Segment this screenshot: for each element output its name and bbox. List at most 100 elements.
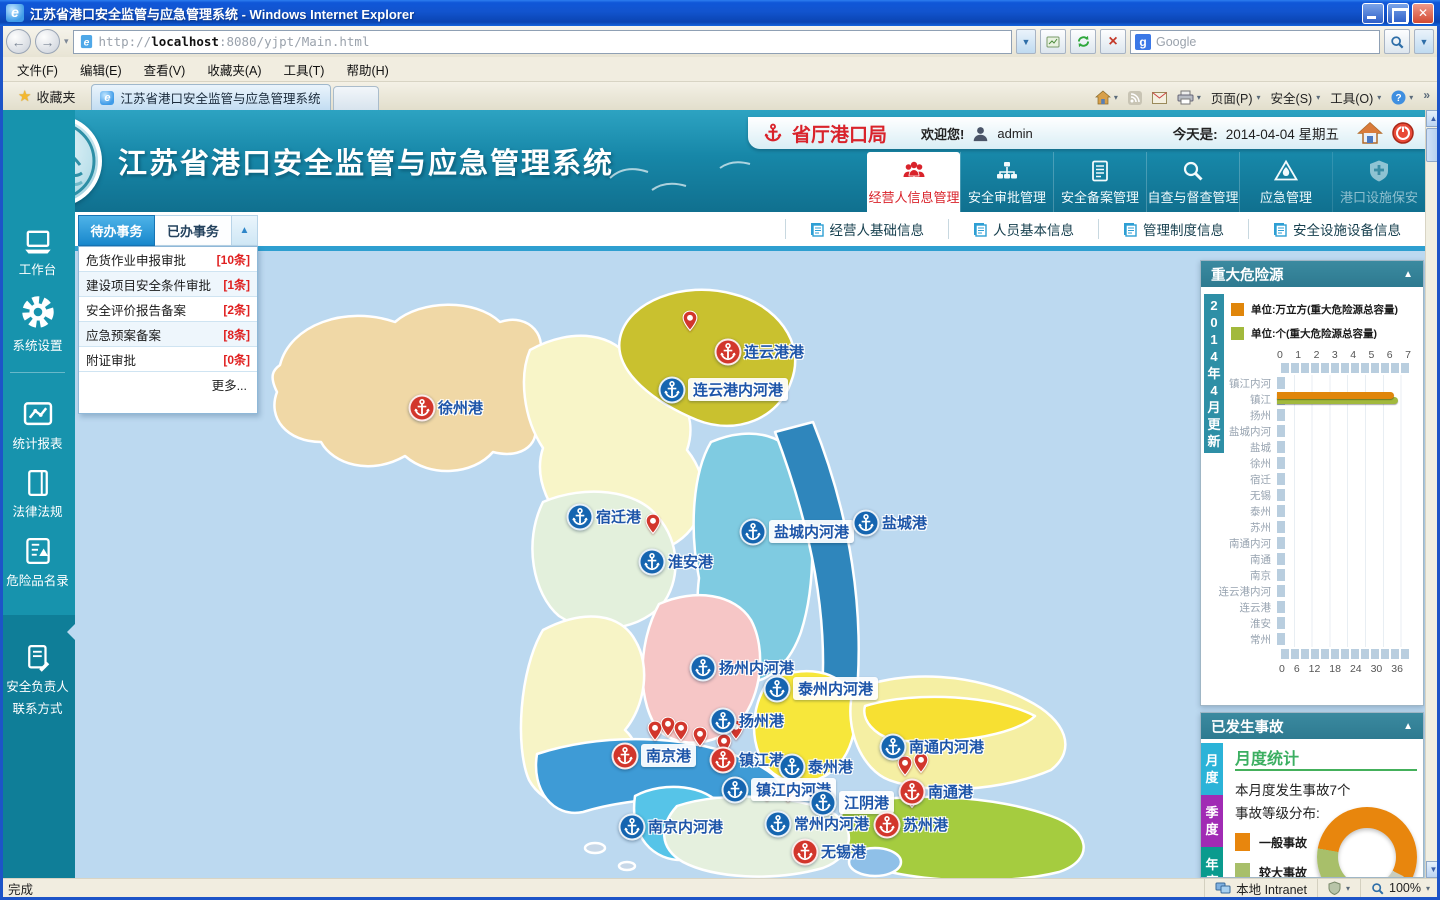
print-button[interactable]: ▾ (1177, 90, 1201, 105)
hazard-chart-row: 无锡 (1201, 487, 1419, 503)
collapse-arrow-icon[interactable] (67, 623, 76, 641)
nav-item-safety-approval[interactable]: 安全审批管理 (960, 152, 1053, 212)
browser-tab[interactable]: e 江苏省港口安全监管与应急管理系统 (91, 84, 331, 110)
subnav-item[interactable]: 安全设施设备信息 (1248, 219, 1425, 239)
nav-item-safety-record[interactable]: 安全备案管理 (1053, 152, 1146, 212)
laptop-icon (21, 228, 55, 256)
url-dropdown-button[interactable]: ▼ (1016, 29, 1036, 54)
accident-panel-header[interactable]: 已发生事故 ▲ (1201, 713, 1423, 739)
subnav-item[interactable]: 经营人基础信息 (785, 219, 949, 239)
nav-item-emergency[interactable]: 应急管理 (1239, 152, 1332, 212)
anchor-icon (619, 814, 646, 841)
zoom-control[interactable]: 100% ▾ (1360, 879, 1440, 897)
back-button[interactable]: ← (6, 29, 31, 54)
tab-pending-tasks[interactable]: 待办事务 (78, 215, 155, 246)
bureau-name[interactable]: 省厅港口局 (792, 120, 887, 147)
star-icon: ★ (18, 87, 31, 105)
menu-item[interactable]: 查看(V) (135, 57, 195, 82)
chevron-double-icon[interactable]: » (1423, 88, 1430, 102)
panel-collapse-icon[interactable]: ▲ (1403, 721, 1413, 732)
history-dropdown-icon[interactable]: ▾ (64, 36, 69, 47)
home-shortcut-icon[interactable] (1357, 121, 1383, 145)
new-tab-button[interactable] (333, 86, 379, 110)
menu-item[interactable]: 编辑(E) (71, 57, 131, 82)
hazard-panel-title: 重大危险源 (1211, 264, 1284, 285)
anchor-icon (710, 747, 737, 774)
task-list-item[interactable]: 建设项目安全条件审批 [1条] (79, 272, 257, 297)
panel-collapse-icon[interactable]: ▲ (1403, 269, 1413, 280)
period-tab[interactable]: 季 度 (1201, 795, 1223, 847)
forward-button[interactable]: → (35, 29, 60, 54)
axis-tick-label: 36 (1391, 663, 1403, 675)
subnav-item[interactable]: 管理制度信息 (1098, 219, 1248, 239)
sidebar-item-reports[interactable]: 统计报表 (0, 400, 75, 452)
tools-menu-button[interactable]: 工具(O)▾ (1330, 88, 1381, 107)
nav-item-port-security[interactable]: 港口设施保安 (1332, 152, 1425, 212)
search-go-button[interactable] (1384, 29, 1410, 54)
sidebar-item-dangerous-goods[interactable]: 危险品名录 (0, 535, 75, 589)
url-input[interactable]: e http://localhost:8080/yjpt/Main.html (73, 30, 1012, 54)
nav-item-operator-info[interactable]: 经营人信息管理 (867, 152, 960, 212)
search-input[interactable]: g Google (1130, 30, 1380, 54)
sidebar-item-workbench[interactable]: 工作台 (0, 228, 75, 278)
feeds-button[interactable] (1128, 91, 1142, 105)
more-link[interactable]: 更多... (79, 372, 257, 396)
sidebar-item-laws[interactable]: 法律法规 (0, 468, 75, 520)
minimize-button[interactable] (1362, 3, 1384, 24)
nav-item-inspection[interactable]: 自查与督查管理 (1146, 152, 1239, 212)
search-options-button[interactable]: ▼ (1414, 29, 1434, 54)
logout-power-icon[interactable] (1391, 121, 1415, 145)
accident-donut (1317, 807, 1417, 878)
hazard-plot-cell (1277, 423, 1407, 439)
app-header: 江苏省港口安全监管与应急管理系统 省厅港口局 欢迎您! admin 今天是: 2… (0, 110, 1425, 212)
protected-mode-button[interactable]: ▾ (1317, 879, 1360, 897)
legend-item: 一般事故 (1235, 827, 1307, 857)
task-list-item[interactable]: 附证审批 [0条] (79, 347, 257, 372)
window-titlebar[interactable]: e 江苏省港口安全监管与应急管理系统 - Windows Internet Ex… (0, 0, 1440, 26)
maximize-button[interactable] (1387, 3, 1409, 24)
help-button[interactable]: ? ▾ (1391, 90, 1413, 105)
task-collapse-button[interactable]: ▲ (232, 215, 258, 246)
task-list-item[interactable]: 安全评价报告备案 [2条] (79, 297, 257, 322)
axis-tick-label: 4 (1350, 349, 1356, 361)
favorites-button[interactable]: ★ 收藏夹 (6, 84, 87, 108)
safety-menu-button[interactable]: 安全(S)▾ (1271, 88, 1321, 107)
username[interactable]: admin (997, 126, 1032, 141)
menu-item[interactable]: 工具(T) (274, 57, 333, 82)
status-shield-icon (1328, 881, 1341, 895)
tab-done-tasks[interactable]: 已办事务 (155, 215, 232, 246)
menu-item[interactable]: 帮助(H) (337, 57, 397, 82)
mail-button[interactable] (1152, 92, 1167, 104)
hazard-category-label: 扬州 (1201, 408, 1277, 423)
period-tab[interactable]: 月 度 (1201, 743, 1223, 795)
print-dropdown-icon[interactable]: ▾ (1197, 93, 1201, 102)
period-tab[interactable]: 年 度 (1201, 847, 1223, 878)
hazard-chart-row: 常州 (1201, 631, 1419, 647)
header-top-strip: 省厅港口局 欢迎您! admin 今天是: 2014-04-04 星期五 (748, 117, 1425, 149)
compatibility-button[interactable] (1040, 29, 1066, 54)
port-label: 南通港 (928, 781, 973, 802)
task-list-item[interactable]: 应急预案备案 [8条] (79, 322, 257, 347)
stop-button[interactable]: × (1100, 29, 1126, 54)
subnav-item[interactable]: 人员基本信息 (948, 219, 1098, 239)
refresh-button[interactable] (1070, 29, 1096, 54)
ie-logo-icon: e (6, 4, 24, 22)
menu-item[interactable]: 文件(F) (8, 57, 67, 82)
accident-panel-body: 月度统计 本月度发生事故7个 事故等级分布: 一般事故 较大事故 (1225, 739, 1423, 877)
home-dropdown-icon[interactable]: ▾ (1114, 93, 1118, 102)
sidebar-bottom-section[interactable]: 安全负责人 联系方式 (0, 615, 75, 878)
page-menu-button[interactable]: 页面(P)▾ (1211, 88, 1261, 107)
anchor-icon (639, 549, 666, 576)
sidebar-item-safety-contacts[interactable]: 安全负责人 联系方式 (0, 643, 75, 717)
close-button[interactable]: ✕ (1412, 3, 1434, 24)
home-button[interactable]: ▾ (1095, 90, 1118, 105)
bar-hazard-volume (1277, 392, 1394, 399)
hazard-panel-header[interactable]: 重大危险源 ▲ (1201, 261, 1423, 287)
sidebar-item-settings[interactable]: 系统设置 (0, 292, 75, 354)
hazard-chart-row: 徐州 (1201, 455, 1419, 471)
hazard-plot-cell (1277, 487, 1407, 503)
legend-swatch-count (1231, 327, 1244, 340)
task-list-item[interactable]: 危货作业申报审批 [10条] (79, 247, 257, 272)
menu-item[interactable]: 收藏夹(A) (198, 57, 270, 82)
anchor-icon (659, 377, 686, 404)
